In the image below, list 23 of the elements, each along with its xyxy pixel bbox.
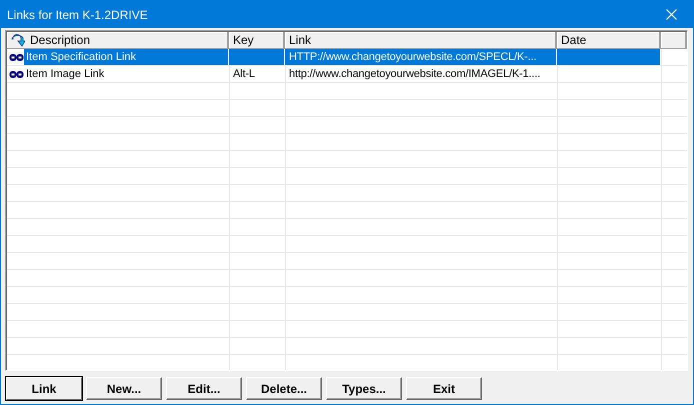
chain-link-icon (9, 70, 24, 78)
table-cell (229, 49, 284, 65)
dialog-button[interactable]: Types... (326, 377, 402, 400)
table-cell-text: Alt-L (232, 67, 256, 82)
table-cell: Item Image Link (7, 66, 228, 82)
dialog-button[interactable]: Edit... (166, 377, 242, 400)
table-row[interactable]: Item Specification Link HTTP://www.changetoyourwebsite.com/SPECL/K-... (7, 49, 687, 66)
column-header[interactable]: Description (7, 32, 229, 49)
table-cell: HTTP://www.changetoyourwebsite.com/SPECL/K-... (285, 49, 556, 65)
sort-arrow-icon (11, 34, 25, 46)
column-header[interactable]: Key (229, 32, 285, 49)
table-cell-text: http://www.changetoyourwebsite.com/IMAGEL/K-1.... (288, 67, 542, 82)
dialog-button[interactable]: Exit (406, 377, 482, 400)
chain-link-icon (9, 52, 24, 62)
table-row[interactable]: Item Image Link Alt-L http://www.changetoyourwebsite.com/IMAGEL/K-1.... (7, 66, 687, 83)
dialog-button[interactable]: Delete... (246, 377, 322, 400)
column-header[interactable]: Link (285, 32, 557, 49)
column-header[interactable]: Date (557, 32, 661, 49)
window-title: Links for Item K-1.2DRIVE (7, 8, 148, 22)
dialog-button[interactable]: New... (86, 377, 162, 400)
table-cell: Item Specification Link (7, 49, 228, 65)
dialog-button[interactable]: Link (6, 377, 82, 400)
close-icon (666, 9, 676, 20)
